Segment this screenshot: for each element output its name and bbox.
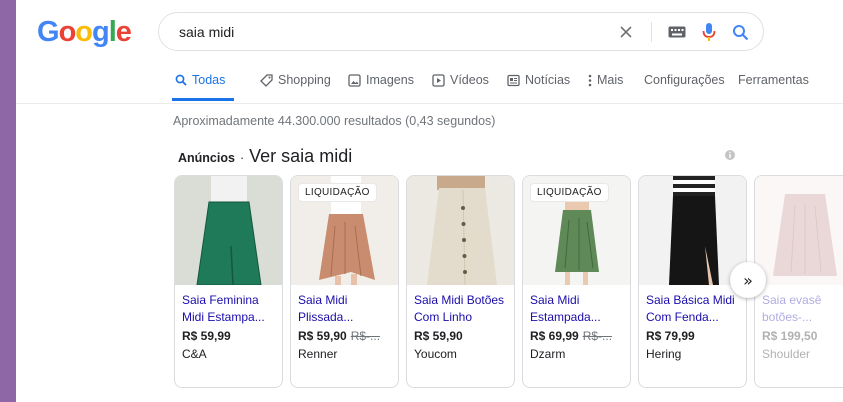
ads-separator: · xyxy=(239,151,245,165)
close-icon[interactable] xyxy=(615,21,637,43)
product-image[interactable] xyxy=(175,176,282,285)
logo-letter: G xyxy=(37,16,60,48)
product-merchant: Dzarm xyxy=(530,347,566,361)
product-image[interactable] xyxy=(639,176,746,285)
tab-mais[interactable]: Mais xyxy=(588,73,623,101)
tab-noticias[interactable]: Notícias xyxy=(507,73,570,101)
sale-badge: LIQUIDAÇÃO xyxy=(531,184,608,201)
product-title-line: botões-... xyxy=(762,310,813,324)
product-title[interactable]: Saia Básica Midi Com Fenda... xyxy=(646,292,744,326)
play-icon xyxy=(432,73,445,87)
tab-todas[interactable]: Todas xyxy=(175,73,225,101)
tab-label: Shopping xyxy=(278,73,331,87)
logo-letter: o xyxy=(75,16,93,48)
product-price: R$ 59,90 xyxy=(414,329,463,343)
product-title-line: Estampada... xyxy=(530,310,601,324)
tab-label: Configurações xyxy=(644,73,725,87)
carousel-next-button[interactable]: » xyxy=(730,262,766,298)
tabs-divider xyxy=(16,103,843,104)
product-title[interactable]: Saia Midi Botões Com Linho xyxy=(414,292,512,326)
tab-label: Mais xyxy=(597,73,624,87)
product-title-line: Com Linho xyxy=(414,310,473,324)
product-image[interactable] xyxy=(407,176,514,285)
mic-icon[interactable] xyxy=(698,21,720,43)
product-merchant: Youcom xyxy=(414,347,457,361)
logo-letter: l xyxy=(108,16,117,48)
price-row: R$ 199,50 xyxy=(762,329,843,343)
tab-label: Imagens xyxy=(366,73,414,87)
product-title-line: Saia Básica Midi xyxy=(646,293,735,307)
tag-icon xyxy=(260,73,273,87)
product-title[interactable]: Saia evasê botões-... xyxy=(762,292,843,326)
product-merchant: Hering xyxy=(646,347,682,361)
tab-label: Vídeos xyxy=(450,73,489,87)
info-icon[interactable] xyxy=(724,148,736,166)
tab-label: Todas xyxy=(192,73,226,87)
ads-label: Anúncios xyxy=(178,151,235,165)
product-card[interactable]: LIQUIDAÇÃO Saia Midi Plissada... R$ 59,9… xyxy=(290,175,399,388)
price-row: R$ 59,90 xyxy=(414,329,512,343)
search-input[interactable] xyxy=(179,22,579,42)
search-box[interactable] xyxy=(158,12,764,51)
product-price: R$ 59,99 xyxy=(182,329,231,343)
search-icon[interactable] xyxy=(729,21,751,43)
more-vert-icon xyxy=(588,73,592,87)
search-divider xyxy=(651,22,652,42)
active-tab-indicator xyxy=(172,98,234,101)
ads-title[interactable]: Ver saia midi xyxy=(249,146,352,166)
results-page: Google Todas Shopping xyxy=(16,0,843,402)
price-row: R$ 69,99 R$-... xyxy=(530,329,628,343)
price-row: R$ 59,90 R$-... xyxy=(298,329,396,343)
product-price: R$ 79,99 xyxy=(646,329,695,343)
tab-configuracoes[interactable]: Configurações xyxy=(644,73,725,101)
product-title-line: Midi Estampa... xyxy=(182,310,265,324)
result-stats: Aproximadamente 44.300.000 resultados (0… xyxy=(173,114,496,128)
keyboard-icon[interactable] xyxy=(666,21,688,43)
product-price: R$ 59,90 xyxy=(298,329,347,343)
price-row: R$ 59,99 xyxy=(182,329,280,343)
image-icon xyxy=(348,73,361,87)
product-card[interactable]: LIQUIDAÇÃO Saia Midi Estampada... R$ 69,… xyxy=(522,175,631,388)
product-price: R$ 69,99 xyxy=(530,329,579,343)
product-title-line: Saia Midi xyxy=(530,293,580,307)
tab-ferramentas[interactable]: Ferramentas xyxy=(738,73,809,101)
product-title-line: Com Fenda... xyxy=(646,310,719,324)
product-title-line: Saia evasê xyxy=(762,293,822,307)
product-price: R$ 199,50 xyxy=(762,329,818,343)
product-card[interactable]: Saia evasê botões-... R$ 199,50 Shoulder xyxy=(754,175,843,388)
tab-imagens[interactable]: Imagens xyxy=(348,73,414,101)
logo-letter: g xyxy=(92,16,110,48)
product-image[interactable] xyxy=(755,176,843,285)
tab-label: Notícias xyxy=(525,73,571,87)
product-title[interactable]: Saia Midi Estampada... xyxy=(530,292,628,326)
search-icon xyxy=(175,73,187,87)
logo-letter: e xyxy=(115,16,132,48)
google-logo[interactable]: Google xyxy=(37,16,132,48)
product-title-line: Saia Midi Botões xyxy=(414,293,505,307)
product-title-line: Plissada... xyxy=(298,310,354,324)
product-title[interactable]: Saia Midi Plissada... xyxy=(298,292,396,326)
logo-letter: o xyxy=(58,16,77,48)
product-title[interactable]: Saia Feminina Midi Estampa... xyxy=(182,292,280,326)
product-merchant: Shoulder xyxy=(762,347,811,361)
product-title-line: Saia Feminina xyxy=(182,293,259,307)
ads-header: Anúncios · Ver saia midi xyxy=(178,146,352,167)
product-title-line: Saia Midi xyxy=(298,293,348,307)
tab-videos[interactable]: Vídeos xyxy=(432,73,489,101)
product-old-price: R$-... xyxy=(350,329,381,343)
sale-badge: LIQUIDAÇÃO xyxy=(299,184,376,201)
product-merchant: Renner xyxy=(298,347,338,361)
news-icon xyxy=(507,73,520,87)
tab-shopping[interactable]: Shopping xyxy=(260,73,331,101)
product-card[interactable]: Saia Midi Botões Com Linho R$ 59,90 Youc… xyxy=(406,175,515,388)
price-row: R$ 79,99 xyxy=(646,329,744,343)
product-merchant: C&A xyxy=(182,347,207,361)
tab-label: Ferramentas xyxy=(738,73,809,87)
product-card[interactable]: Saia Feminina Midi Estampa... R$ 59,99 C… xyxy=(174,175,283,388)
product-old-price: R$-... xyxy=(582,329,613,343)
